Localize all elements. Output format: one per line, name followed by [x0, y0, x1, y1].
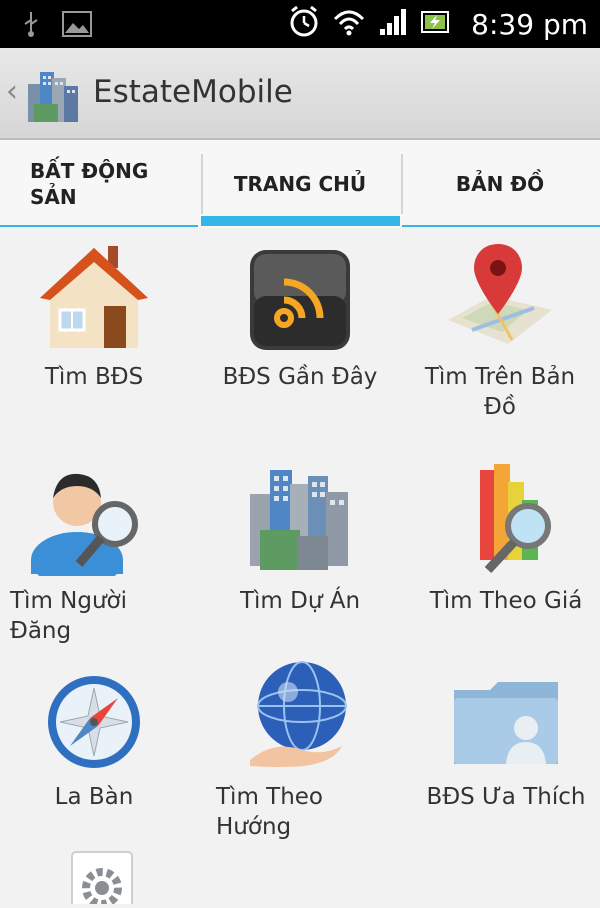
tab-underline [0, 225, 198, 227]
tab-label: BẤT ĐỘNG SẢN [30, 159, 149, 209]
grid-label: BĐS Ưa Thích [426, 784, 586, 810]
tab-ban-do[interactable]: BẢN ĐỒ [400, 140, 600, 228]
grid-label: Tìm Theo Giá [429, 588, 583, 614]
grid-item-tim-tren-ban-do[interactable]: Tìm Trên Bản Đồ [400, 232, 600, 422]
settings-gear-icon [62, 848, 142, 908]
grid-item-cai-dat[interactable] [2, 848, 202, 908]
grid-item-tim-bds[interactable]: Tìm BĐS [0, 232, 194, 392]
alarm-icon [289, 5, 319, 42]
grid-label: Tìm BĐS [44, 364, 144, 390]
app-logo-icon[interactable] [24, 64, 86, 128]
grid-item-tim-theo-gia[interactable]: Tìm Theo Giá [406, 456, 600, 616]
action-bar: ‹ EstateMobile [0, 48, 600, 140]
tab-selected-indicator [201, 216, 400, 226]
image-icon [62, 11, 92, 41]
grid-item-tim-nguoi-dang[interactable]: Tìm Người Đăng [0, 456, 170, 646]
tab-trang-chu[interactable]: TRANG CHỦ [200, 140, 400, 228]
city-buildings-icon [244, 464, 356, 580]
usb-icon [22, 10, 40, 42]
compass-icon [44, 672, 144, 776]
user-search-icon [27, 464, 143, 588]
user-folder-icon [450, 672, 562, 776]
tab-bar: BẤT ĐỘNG SẢN TRANG CHỦ BẢN ĐỒ [0, 140, 600, 228]
grid-label: BĐS Gần Đây [222, 364, 378, 390]
grid-label: Tìm Trên Bản Đồ [424, 364, 576, 420]
clock-time: 8:39 pm [471, 7, 588, 41]
grid-label: Tìm Dự Án [239, 588, 361, 614]
grid-item-la-ban[interactable]: La Bàn [0, 652, 194, 812]
grid-label: La Bàn [54, 784, 134, 810]
tab-bat-dong-san[interactable]: BẤT ĐỘNG SẢN [0, 140, 200, 228]
battery-charging-icon [421, 9, 451, 39]
tab-label: TRANG CHỦ [233, 172, 367, 196]
grid-label: Tìm Người Đăng [10, 588, 127, 644]
tab-underline [402, 225, 600, 227]
globe-hand-icon [244, 656, 356, 776]
grid-item-tim-du-an[interactable]: Tìm Dự Án [200, 456, 400, 616]
grid-label: Tìm Theo Hướng [216, 784, 324, 840]
wifi-icon [333, 7, 365, 41]
rss-feed-icon [248, 248, 352, 356]
grid-item-bds-gan-day[interactable]: BĐS Gần Đây [200, 232, 400, 392]
app-title: EstateMobile [93, 74, 293, 110]
tab-label: BẢN ĐỒ [455, 172, 545, 196]
map-pin-icon [442, 240, 558, 356]
status-bar: 8:39 pm [0, 0, 600, 48]
signal-icon [379, 7, 407, 41]
grid-item-tim-theo-huong[interactable]: Tìm Theo Hướng [200, 652, 400, 842]
chart-search-icon [450, 460, 562, 580]
back-chevron-icon[interactable]: ‹ [6, 74, 18, 109]
house-icon [36, 240, 152, 356]
grid-item-bds-ua-thich[interactable]: BĐS Ưa Thích [406, 652, 600, 812]
